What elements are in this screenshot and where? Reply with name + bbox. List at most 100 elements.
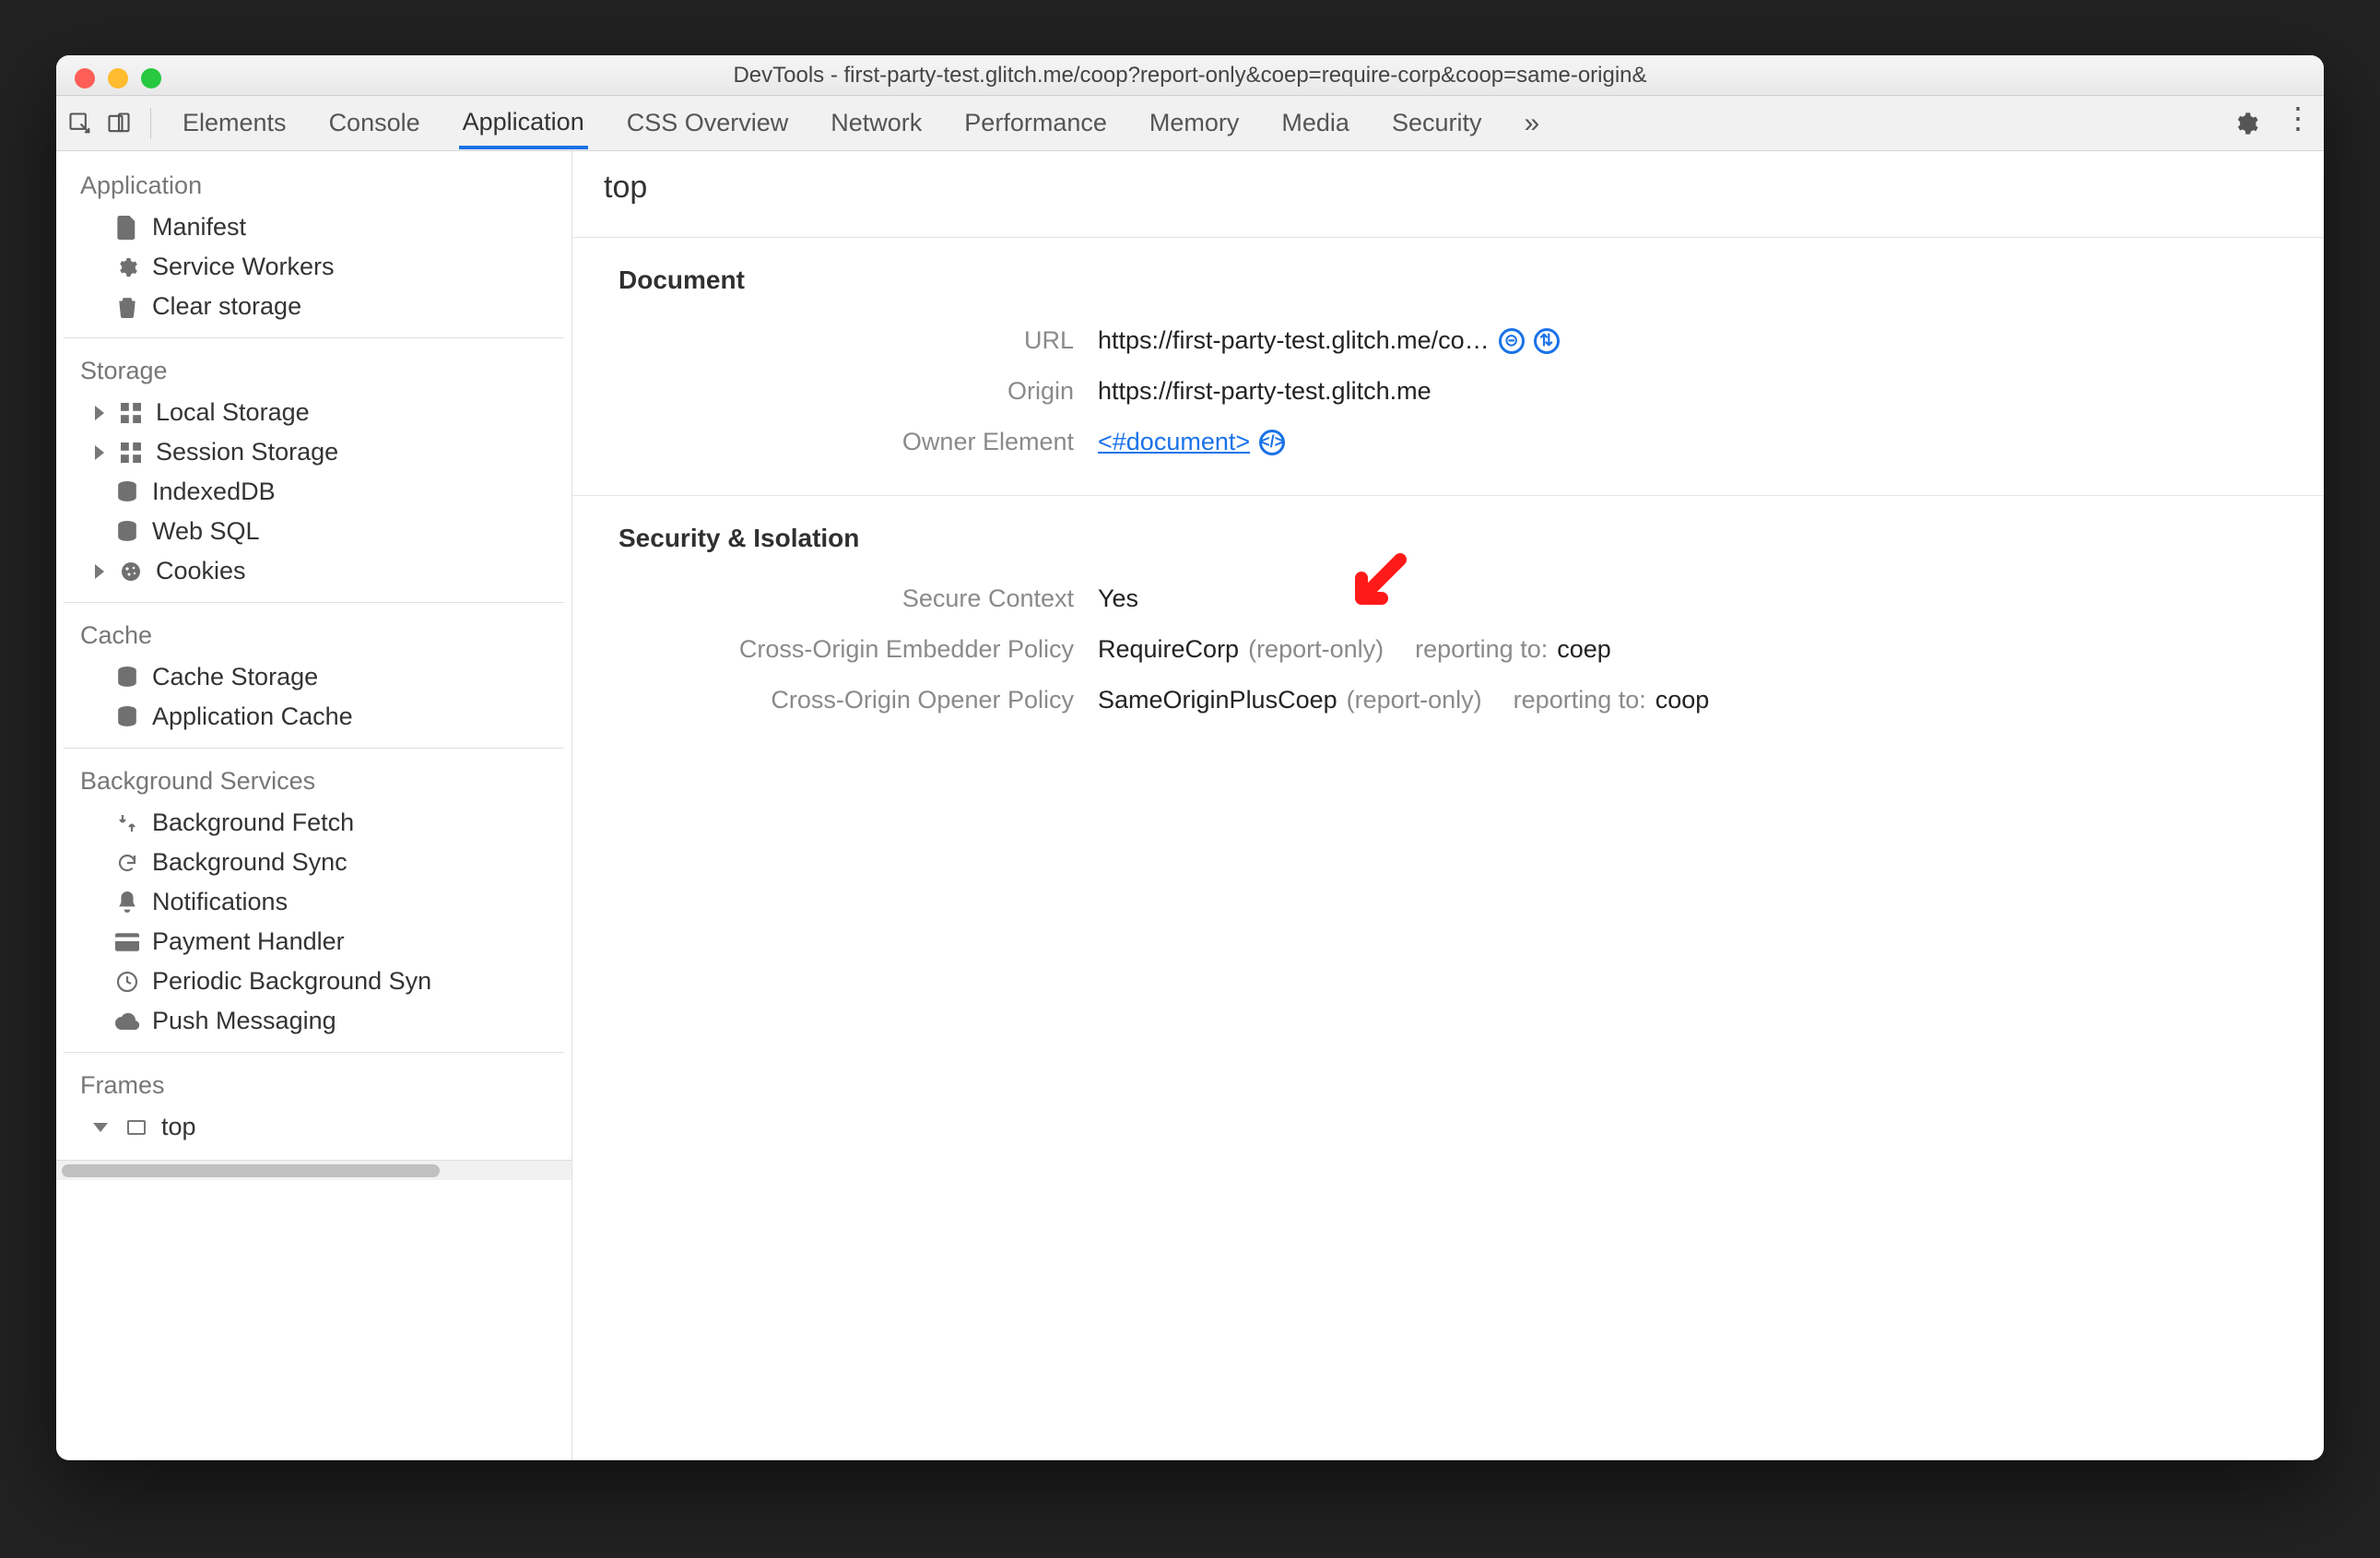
mac-traffic-lights: [75, 68, 161, 89]
html-tag-icon[interactable]: </>: [1259, 430, 1285, 455]
sidebar-item-cache-storage[interactable]: Cache Storage: [64, 657, 564, 697]
sidebar-item-periodic-sync[interactable]: Periodic Background Syn: [64, 962, 564, 1001]
expand-icon: [95, 445, 104, 460]
sidebar-group-background-services: Background Services: [64, 760, 564, 803]
document-section-title: Document: [619, 266, 2278, 295]
tab-security[interactable]: Security: [1388, 98, 1486, 148]
sidebar-item-session-storage[interactable]: Session Storage: [64, 432, 564, 472]
security-section-title: Security & Isolation: [619, 524, 2278, 553]
settings-icon[interactable]: [2233, 111, 2259, 136]
tab-elements[interactable]: Elements: [179, 98, 290, 148]
sidebar-item-frame-top[interactable]: top: [64, 1107, 564, 1147]
url-label: URL: [619, 326, 1098, 355]
coep-reporting-value: coep: [1557, 635, 1611, 664]
secure-context-value: Yes: [1098, 584, 1138, 613]
application-sidebar: Application Manifest Service Workers Cle…: [56, 151, 572, 1460]
tab-css-overview[interactable]: CSS Overview: [623, 98, 793, 148]
sidebar-group-storage: Storage: [64, 349, 564, 393]
sidebar-item-label: Periodic Background Syn: [152, 967, 431, 996]
coop-reporting-label: reporting to:: [1514, 686, 1646, 714]
sidebar-item-notifications[interactable]: Notifications: [64, 882, 564, 922]
tab-list: Elements Console Application CSS Overvie…: [179, 97, 2233, 150]
devtools-tabbar: Elements Console Application CSS Overvie…: [56, 96, 2324, 151]
coop-reporting-value: coop: [1655, 686, 1710, 714]
reveal-icon[interactable]: ⇅: [1534, 328, 1560, 354]
sidebar-horizontal-scrollbar[interactable]: [56, 1160, 571, 1180]
row-origin: Origin https://first-party-test.glitch.m…: [619, 366, 2278, 417]
sidebar-item-label: Cookies: [156, 557, 246, 585]
row-url: URL https://first-party-test.glitch.me/c…: [619, 315, 2278, 366]
close-window-button[interactable]: [75, 68, 95, 89]
database-icon: [115, 480, 139, 504]
sidebar-item-label: Background Sync: [152, 848, 348, 877]
devtools-window: DevTools - first-party-test.glitch.me/co…: [56, 55, 2324, 1460]
copy-icon[interactable]: ⊝: [1499, 328, 1525, 354]
coep-label: Cross-Origin Embedder Policy: [619, 635, 1098, 664]
window-titlebar: DevTools - first-party-test.glitch.me/co…: [56, 55, 2324, 96]
sidebar-item-cookies[interactable]: Cookies: [64, 551, 564, 591]
content-area: Application Manifest Service Workers Cle…: [56, 151, 2324, 1460]
sidebar-item-label: Manifest: [152, 213, 246, 242]
sidebar-item-push-messaging[interactable]: Push Messaging: [64, 1001, 564, 1041]
sidebar-divider: [64, 602, 564, 603]
sidebar-item-label: Payment Handler: [152, 927, 345, 956]
row-secure-context: Secure Context Yes: [619, 573, 2278, 624]
sidebar-item-service-workers[interactable]: Service Workers: [64, 247, 564, 287]
sidebar-item-background-fetch[interactable]: Background Fetch: [64, 803, 564, 843]
sidebar-item-label: Cache Storage: [152, 663, 318, 691]
clock-icon: [115, 970, 139, 994]
sidebar-item-indexeddb[interactable]: IndexedDB: [64, 472, 564, 512]
coop-label: Cross-Origin Opener Policy: [619, 686, 1098, 714]
sidebar-item-label: top: [161, 1113, 196, 1141]
tab-performance[interactable]: Performance: [960, 98, 1111, 148]
coep-reporting-label: reporting to:: [1415, 635, 1548, 664]
sidebar-item-local-storage[interactable]: Local Storage: [64, 393, 564, 432]
sync-icon: [115, 851, 139, 875]
sidebar-item-payment-handler[interactable]: Payment Handler: [64, 922, 564, 962]
bell-icon: [115, 891, 139, 915]
more-options-icon[interactable]: ⋮: [2283, 111, 2313, 136]
sidebar-item-application-cache[interactable]: Application Cache: [64, 697, 564, 737]
row-owner-element: Owner Element <#document> </>: [619, 417, 2278, 467]
tab-console[interactable]: Console: [325, 98, 424, 148]
more-tabs-icon[interactable]: »: [1520, 97, 1543, 150]
device-toolbar-icon[interactable]: [106, 111, 132, 136]
tab-memory[interactable]: Memory: [1146, 98, 1243, 148]
tab-media[interactable]: Media: [1278, 98, 1353, 148]
sidebar-item-background-sync[interactable]: Background Sync: [64, 843, 564, 882]
trash-icon: [115, 295, 139, 319]
sidebar-item-clear-storage[interactable]: Clear storage: [64, 287, 564, 326]
database-icon: [115, 520, 139, 544]
sidebar-item-label: Application Cache: [152, 702, 353, 731]
collapse-icon: [93, 1123, 108, 1132]
minimize-window-button[interactable]: [108, 68, 128, 89]
owner-link[interactable]: <#document>: [1098, 428, 1250, 456]
card-icon: [115, 930, 139, 954]
origin-value: https://first-party-test.glitch.me: [1098, 377, 1432, 406]
inspect-icon[interactable]: [67, 111, 93, 136]
document-section: Document URL https://first-party-test.gl…: [572, 238, 2324, 496]
sidebar-item-label: Service Workers: [152, 253, 335, 281]
tab-network[interactable]: Network: [827, 98, 925, 148]
sidebar-item-manifest[interactable]: Manifest: [64, 207, 564, 247]
sidebar-item-label: Session Storage: [156, 438, 338, 466]
sidebar-item-label: Local Storage: [156, 398, 310, 427]
expand-icon: [95, 564, 104, 579]
tab-application[interactable]: Application: [459, 97, 588, 149]
grid-icon: [119, 401, 143, 425]
origin-label: Origin: [619, 377, 1098, 406]
coop-report-only: (report-only): [1347, 686, 1482, 714]
security-section: Security & Isolation Secure Context Yes …: [572, 496, 2324, 753]
row-coop: Cross-Origin Opener Policy SameOriginPlu…: [619, 675, 2278, 726]
sidebar-item-label: Web SQL: [152, 517, 260, 546]
sidebar-item-web-sql[interactable]: Web SQL: [64, 512, 564, 551]
sidebar-item-label: Push Messaging: [152, 1007, 336, 1035]
coop-value: SameOriginPlusCoep: [1098, 686, 1337, 714]
zoom-window-button[interactable]: [141, 68, 161, 89]
url-value: https://first-party-test.glitch.me/co…: [1098, 326, 1490, 355]
grid-icon: [119, 441, 143, 465]
sidebar-divider: [64, 748, 564, 749]
cookie-icon: [119, 560, 143, 584]
sidebar-group-application: Application: [64, 164, 564, 207]
secure-context-label: Secure Context: [619, 584, 1098, 613]
